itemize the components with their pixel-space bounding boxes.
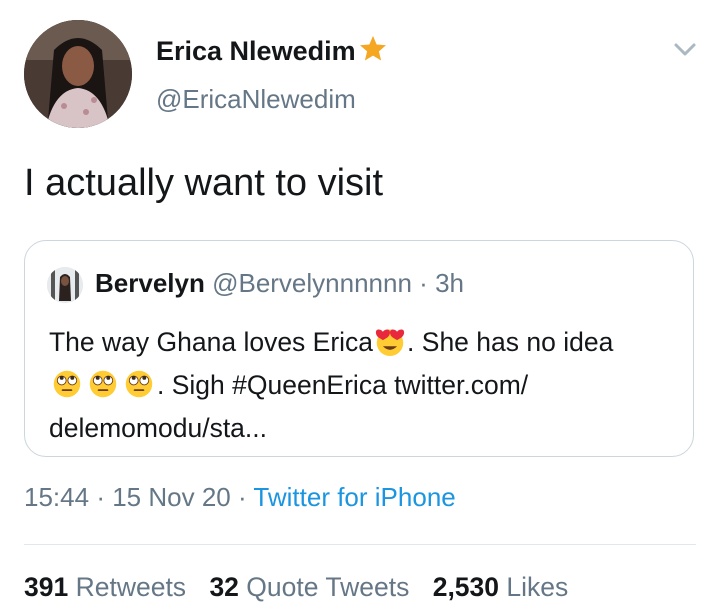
chevron-down-icon[interactable] (668, 36, 702, 64)
quoted-author-name[interactable]: Bervelyn (95, 268, 205, 298)
meta-separator-dot: · (237, 482, 247, 512)
quote-tweets-count: 32 (209, 572, 239, 602)
quote-tweets-stat[interactable]: 32 Quote Tweets (209, 572, 409, 602)
quoted-text-part1: The way Ghana loves Erica (49, 327, 374, 357)
meta-separator-dot: · (96, 482, 105, 512)
tweet-meta: 15:44 · 15 Nov 20 · Twitter for iPhone (24, 482, 456, 513)
likes-stat[interactable]: 2,530 Likes (433, 572, 569, 602)
author-name-text[interactable]: Erica Nlewedim (156, 36, 356, 66)
quoted-link-text: delemomodu/sta... (49, 413, 268, 443)
retweets-count: 391 (24, 572, 69, 602)
rolling-eyes-emoji-icon (85, 369, 121, 409)
retweets-stat[interactable]: 391 Retweets (24, 572, 186, 602)
author-handle[interactable]: @EricaNlewedim (156, 84, 356, 115)
quoted-header: Bervelyn @Bervelynnnnnn · 3h (95, 268, 464, 299)
verified-star-icon (358, 34, 388, 71)
tweet-text: I actually want to visit (24, 162, 384, 204)
author-name[interactable]: Erica Nlewedim (156, 34, 388, 71)
rolling-eyes-emoji-icon (49, 369, 85, 409)
quoted-age: 3h (435, 268, 464, 298)
tweet-date: 15 Nov 20 (112, 482, 231, 512)
quote-tweets-label: Quote Tweets (246, 572, 410, 602)
quoted-tweet-card[interactable]: Bervelyn @Bervelynnnnnn · 3h The way Gha… (24, 240, 694, 457)
rolling-eyes-emoji-icon (121, 369, 157, 409)
quoted-author-avatar[interactable] (47, 267, 83, 303)
quoted-text: The way Ghana loves Erica . She has no id… (49, 323, 689, 447)
tweet-source-link[interactable]: Twitter for iPhone (253, 482, 455, 512)
likes-count: 2,530 (432, 572, 500, 602)
quoted-text-part3: . Sigh #QueenErica twitter.com/ (157, 370, 529, 400)
tweet-time: 15:44 (24, 482, 90, 512)
quoted-author-handle[interactable]: @Bervelynnnnnn (212, 268, 412, 298)
divider (24, 544, 696, 545)
quoted-text-part2: . She has no idea (407, 327, 614, 357)
retweets-label: Retweets (75, 572, 187, 602)
quoted-separator-dot: · (419, 268, 428, 298)
likes-label: Likes (506, 572, 569, 602)
heart-eyes-emoji-icon (373, 326, 407, 366)
tweet-stats: 391 Retweets 32 Quote Tweets 2,530 Likes (24, 572, 584, 603)
author-avatar[interactable] (24, 20, 132, 128)
